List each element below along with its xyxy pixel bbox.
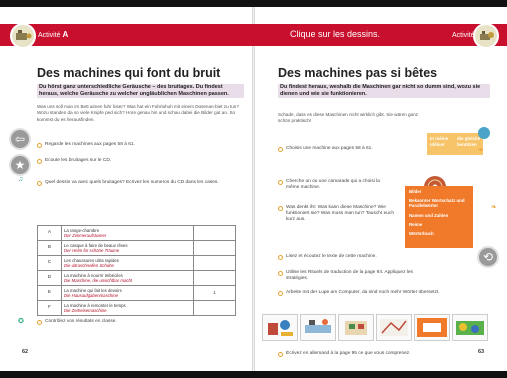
- table-row: A La range-chambre Der Zimmeraufräumer: [37, 225, 236, 241]
- table-row: B Le casque à faire de beaux rêves Der Hel…: [37, 240, 236, 256]
- activity-b-badge[interactable]: [473, 23, 499, 49]
- left-page-title: Des machines qui font du bruit: [37, 66, 221, 80]
- checkbox-ring-icon[interactable]: [37, 158, 42, 164]
- refresh-icon: ⟲: [482, 250, 494, 264]
- left-page: [0, 7, 253, 371]
- checkbox-ring-icon[interactable]: [278, 146, 283, 152]
- machine-drawing-5[interactable]: [414, 314, 450, 341]
- back-button[interactable]: ⇦: [9, 128, 31, 150]
- right-task-5: Utilise les Rituels de traduction de la …: [278, 270, 418, 282]
- right-task-7: Écrivez en allemand à la page 95 ce que …: [278, 351, 478, 357]
- click-drawings-instruction: Clique sur les dessins.: [290, 29, 381, 39]
- strategies-box: Bilder Bekannter Wortschatz und Parallel…: [405, 186, 473, 248]
- answer-cell[interactable]: [193, 270, 236, 286]
- machine-drawing-2[interactable]: [300, 314, 336, 341]
- right-page-number: 63: [478, 349, 485, 355]
- speech-bubble-icon: [478, 127, 490, 139]
- group-icon: ✪: [18, 318, 24, 325]
- machine-drawing-3[interactable]: [338, 314, 374, 341]
- left-task-2: Ecoute les bruitages sur le CD.: [37, 158, 242, 164]
- machine-icon: [16, 30, 32, 40]
- activity-a-badge[interactable]: [10, 23, 36, 49]
- machine-drawing-6[interactable]: [452, 314, 488, 341]
- top-black-bar: [0, 0, 507, 7]
- right-task-2: Cherche un ou une camarade qui a choisi …: [278, 179, 388, 191]
- bottom-black-bar: [0, 371, 507, 378]
- answer-cell[interactable]: [193, 240, 236, 256]
- table-row: D La machine à nourrir Imbéciles Die Masch…: [37, 270, 236, 286]
- right-task-1: Choisis une machine aux pages 58 à 61.: [278, 146, 428, 152]
- checkbox-ring-icon[interactable]: [37, 142, 42, 148]
- pair-icon: ❧: [491, 204, 497, 211]
- checkbox-ring-icon[interactable]: [278, 254, 283, 260]
- checkbox-ring-icon[interactable]: [278, 290, 283, 296]
- back-arrow-icon: ⇦: [14, 132, 26, 146]
- book-spine: [252, 7, 255, 371]
- checkbox-ring-icon[interactable]: [278, 205, 283, 211]
- checkbox-ring-icon[interactable]: [278, 179, 283, 185]
- checkbox-ring-icon[interactable]: [278, 351, 283, 357]
- refresh-button[interactable]: ⟲: [477, 246, 499, 268]
- right-page-title: Des machines pas si bêtes: [278, 66, 438, 80]
- left-page-number: 62: [22, 349, 29, 355]
- activity-a-label[interactable]: Activité A: [38, 30, 68, 39]
- right-task-4: Lisez et écoutez le texte de cette machi…: [278, 254, 418, 260]
- answer-cell[interactable]: [193, 225, 236, 241]
- answer-cell[interactable]: [193, 300, 236, 316]
- right-task-3: Was denkt ihr: Was kann diese Maschine? …: [278, 205, 398, 223]
- table-row: E La machine qui fait les devoirs Die Haus…: [37, 285, 236, 301]
- answer-cell[interactable]: [193, 255, 236, 271]
- right-intro: Du findest heraus, weshalb die Maschinen…: [278, 84, 490, 98]
- answer-cell[interactable]: 1: [193, 285, 236, 301]
- machine-drawing-4[interactable]: [376, 314, 412, 341]
- left-task-1: Regarde les machines aux pages 58 à 61.: [37, 142, 242, 148]
- machine-drawing-1[interactable]: [262, 314, 298, 341]
- left-intro: Du hörst ganz unterschiedliche Geräusche…: [37, 84, 244, 98]
- left-task-4: Contrôlez vos résultats en classe.: [37, 319, 242, 325]
- table-row: C Les chaussures ultra rapides Die ultrasc…: [37, 255, 236, 271]
- favorite-button[interactable]: ★: [9, 154, 31, 176]
- checkbox-ring-icon[interactable]: [278, 270, 283, 276]
- headphones-icon[interactable]: ♫: [18, 176, 23, 183]
- left-paragraph: Was uns soll man im Bett aimen fuhr bise…: [37, 104, 239, 122]
- left-task-3: Quel dessin va avec quels bruitages? Ecr…: [37, 180, 242, 186]
- star-icon: ★: [14, 158, 26, 172]
- right-task-6: Arbeite mit der Lupe am Computer, da sin…: [278, 290, 478, 296]
- pair-icon: ❧: [478, 147, 484, 154]
- right-paragraph: Schade, dass es diese Maschinen nicht wi…: [278, 112, 418, 124]
- checkbox-ring-icon[interactable]: [37, 319, 42, 325]
- checkbox-ring-icon[interactable]: [37, 180, 42, 186]
- sounds-table: A La range-chambre Der Zimmeraufräumer B Le…: [37, 225, 236, 316]
- header-bar: [0, 24, 507, 46]
- tip-note: In mèine utiliser die gleiche benützen: [427, 133, 483, 155]
- table-row: F La machine à remonter le temps Die Zeitr…: [37, 300, 236, 316]
- machine-icon: [480, 31, 494, 40]
